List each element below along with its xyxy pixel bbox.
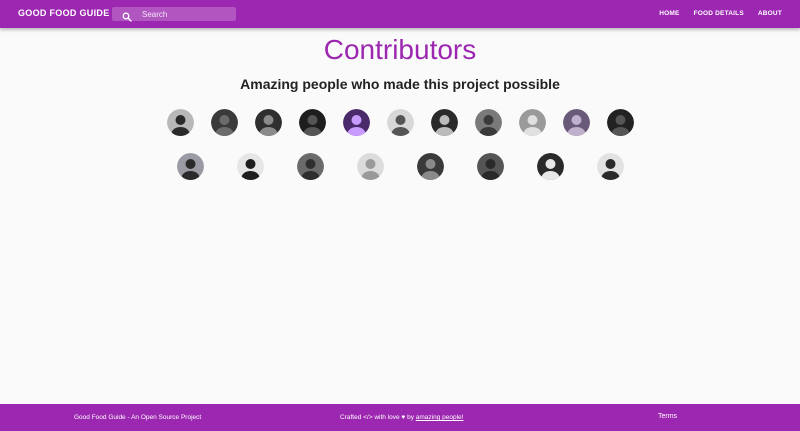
contributor-avatar[interactable] [254,109,282,136]
nav-link-about[interactable]: ABOUT [758,10,782,17]
page-subtitle: Amazing people who made this project pos… [240,76,560,92]
brand-link[interactable]: GOOD FOOD GUIDE [18,8,110,18]
amazing-people-link[interactable]: amazing people! [416,414,464,421]
contributor-avatar[interactable] [176,153,204,180]
contributor-avatar[interactable] [236,153,264,180]
contributor-avatar[interactable] [210,109,238,136]
contributor-avatar[interactable] [476,153,504,180]
contributor-avatar[interactable] [356,153,384,180]
nav-link-home[interactable]: HOME [659,10,679,17]
contributors-row-1 [0,109,800,136]
nav-link-food-details[interactable]: FOOD DETAILS [694,10,744,17]
contributor-avatar[interactable] [430,109,458,136]
footer-credits-text: Crafted </> with love ♥ by [340,414,416,421]
contributor-avatar[interactable] [474,109,502,136]
contributor-avatar[interactable] [296,153,324,180]
footer-credits: Crafted </> with love ♥ by amazing peopl… [340,414,463,421]
search-input[interactable] [142,8,232,20]
contributors-row-2 [0,153,800,180]
footer: Good Food Guide - An Open Source Project… [0,404,800,431]
search-icon [122,9,132,22]
contributor-avatar[interactable] [298,109,326,136]
page-title: Contributors [323,34,477,65]
contributor-avatar[interactable] [416,153,444,180]
contributor-avatar[interactable] [562,109,590,136]
contributor-avatar[interactable] [342,109,370,136]
terms-link[interactable]: Terms [658,413,677,420]
contributor-avatar[interactable] [596,153,624,180]
contributor-avatar[interactable] [536,153,564,180]
top-navbar: GOOD FOOD GUIDE HOME FOOD DETAILS ABOUT [0,0,800,28]
nav-links: HOME FOOD DETAILS ABOUT [659,10,782,17]
footer-project-text: Good Food Guide - An Open Source Project [74,414,202,421]
contributor-avatar[interactable] [386,109,414,136]
contributor-avatar[interactable] [166,109,194,136]
contributor-avatar[interactable] [518,109,546,136]
contributor-avatar[interactable] [606,109,634,136]
search-bar[interactable] [112,7,236,22]
